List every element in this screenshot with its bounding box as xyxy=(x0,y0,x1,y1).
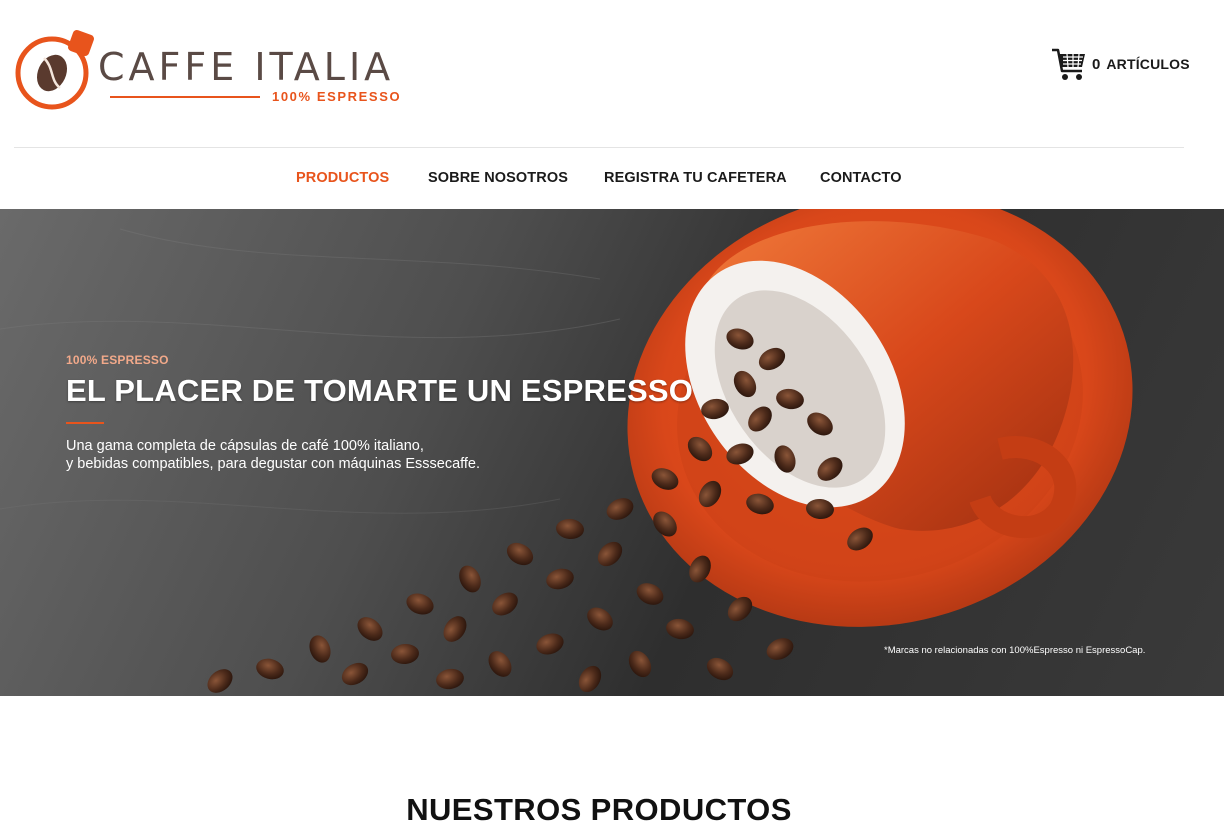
hero-description-line-2: y bebidas compatibles, para degustar con… xyxy=(66,456,481,472)
hero-title: EL PLACER DE TOMARTE UN ESPRESSO xyxy=(66,373,694,408)
logo-title: CAFFE ITALIA xyxy=(98,45,395,89)
nav-registra-tu-cafetera[interactable]: REGISTRA TU CAFETERA xyxy=(604,170,787,186)
products-section-title: NUESTROS PRODUCTOS xyxy=(406,792,792,827)
nav-contacto[interactable]: CONTACTO xyxy=(820,170,902,186)
caffe-italia-logo[interactable]: CAFFE ITALIA 100% ESPRESSO xyxy=(14,30,414,112)
cart-icon xyxy=(1052,48,1085,80)
site-header: CAFFE ITALIA 100% ESPRESSO 0 ARTÍCULOS xyxy=(0,0,1224,148)
cart-label: ARTÍCULOS xyxy=(1106,56,1190,72)
hero-banner: 100% ESPRESSO EL PLACER DE TOMARTE UN ES… xyxy=(0,209,1224,696)
logo-subtitle: 100% ESPRESSO xyxy=(272,89,402,104)
logo-rule xyxy=(110,96,260,98)
cart-count: 0 xyxy=(1092,55,1101,73)
main-nav: PRODUCTOS SOBRE NOSOTROS REGISTRA TU CAF… xyxy=(0,148,1224,208)
hero-title-underline xyxy=(66,422,104,424)
cart-button[interactable]: 0 ARTÍCULOS xyxy=(1050,44,1190,84)
hero-description-line-1: Una gama completa de cápsulas de café 10… xyxy=(66,438,424,454)
hero-description: Una gama completa de cápsulas de café 10… xyxy=(66,437,480,473)
nav-productos[interactable]: PRODUCTOS xyxy=(296,170,389,186)
hero-kicker: 100% ESPRESSO xyxy=(66,353,169,367)
hero-disclaimer: *Marcas no relacionadas con 100%Espresso… xyxy=(884,645,1146,656)
coffee-bean-logo-icon xyxy=(15,30,94,110)
nav-sobre-nosotros[interactable]: SOBRE NOSOTROS xyxy=(428,170,568,186)
